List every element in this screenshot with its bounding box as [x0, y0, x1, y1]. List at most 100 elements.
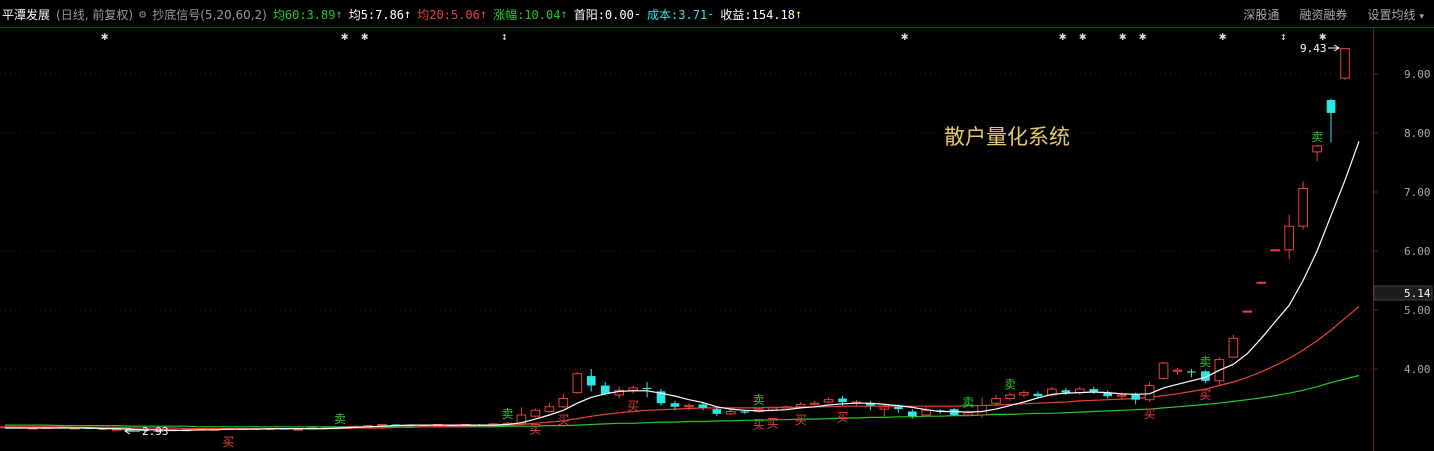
ma20-value: 均20:5.06 — [417, 7, 480, 22]
candle-body — [991, 398, 1001, 404]
menu-shengutong[interactable]: 深股通 — [1243, 6, 1279, 23]
candle-body — [712, 409, 722, 414]
profit-arrow-icon: ↑ — [794, 7, 803, 21]
profit-value: 收益:154.18 — [720, 7, 795, 22]
y-tick-label: 8.00 — [1404, 127, 1431, 140]
candle-body — [1005, 394, 1015, 399]
star-marker: ✱ — [1139, 29, 1146, 43]
watermark-text: 散户量化系统 — [944, 125, 1070, 149]
candle-body — [1033, 393, 1043, 397]
star-marker: ✱ — [1119, 29, 1126, 43]
candle-body — [809, 402, 820, 405]
candle-body — [1340, 48, 1350, 79]
indicator-label[interactable]: 抄底信号(5,20,60,2) — [152, 6, 267, 23]
candle-body — [1298, 187, 1308, 227]
star-marker: ✱ — [361, 29, 368, 43]
candle-body — [1312, 145, 1322, 153]
period-label: (日线, 前复权) — [56, 7, 134, 22]
candle-body — [1187, 371, 1196, 373]
buy-signal: 买 — [627, 399, 639, 413]
y-tick-label: 5.00 — [1404, 304, 1431, 317]
candle-body — [823, 399, 834, 403]
candle — [1228, 334, 1239, 358]
candle-body — [558, 398, 569, 408]
candle-body — [1061, 390, 1071, 393]
candle-body — [1158, 362, 1169, 379]
buy-signal: 买 — [753, 418, 765, 432]
candle — [1270, 249, 1281, 252]
sell-signal: 卖 — [502, 407, 514, 421]
buy-signal: 买 — [837, 411, 849, 425]
candle-body — [1284, 225, 1294, 251]
candle-body — [572, 373, 583, 394]
candle-body — [1131, 394, 1140, 400]
candle-body — [684, 405, 694, 408]
star-marker: ✱ — [1079, 29, 1086, 43]
candle-body — [293, 428, 303, 431]
max-price-label: 9.43 — [1300, 42, 1327, 55]
y-tick-label: 6.00 — [1404, 245, 1431, 258]
candle-body — [1019, 392, 1029, 396]
gear-icon[interactable]: ⚙ — [139, 7, 146, 21]
updown-marker: ↕ — [1280, 30, 1287, 43]
candle — [1340, 48, 1350, 80]
chart-header: 平潭发展 (日线, 前复权) ⚙ 抄底信号(5,20,60,2) 均60:3.8… — [0, 0, 1434, 28]
ma5-value: 均5:7.86 — [348, 7, 405, 22]
buy-signal: 买 — [1199, 388, 1211, 402]
menu-margin[interactable]: 融资融券 — [1299, 6, 1347, 23]
candle-body — [670, 403, 680, 407]
ma60-arrow-icon: ↑ — [335, 7, 343, 21]
star-marker: ✱ — [1059, 29, 1066, 43]
candle-body — [795, 403, 806, 408]
candle — [1298, 181, 1308, 230]
candle — [530, 408, 541, 418]
candle-body — [1116, 394, 1127, 397]
candle-body — [586, 376, 596, 386]
candle-body — [628, 387, 638, 391]
sell-signal: 卖 — [1004, 378, 1016, 392]
ma-settings-label: 设置均线 — [1367, 7, 1416, 22]
candle-body — [600, 385, 610, 394]
candle-body — [698, 404, 708, 408]
candle — [1242, 310, 1253, 313]
candle-body — [1256, 281, 1267, 284]
header-menu: 深股通 融资融券 设置均线 ▾ — [1223, 0, 1424, 28]
y-tick-label: 9.00 — [1404, 68, 1431, 81]
candlestick-chart[interactable]: 9.008.007.006.005.004.00 ✱ ✱ ✱ ✱ ✱ ✱ ✱ ✱ ✱ ✱↕ ↕ 买买… — [0, 0, 1434, 451]
cost-dash: - — [707, 7, 715, 21]
candle-body — [1326, 99, 1336, 113]
candle-body — [907, 411, 917, 417]
candle-body — [1172, 369, 1183, 372]
first-yang-dash: - — [633, 7, 642, 21]
cost-value: 成本:3.71 — [647, 7, 708, 22]
candle-body — [377, 423, 387, 427]
candle-body — [894, 406, 903, 410]
sell-signal: 卖 — [1311, 130, 1323, 144]
stock-name[interactable]: 平潭发展 — [2, 6, 50, 23]
candle — [656, 389, 666, 406]
chevron-down-icon: ▾ — [1419, 11, 1424, 22]
ma20-arrow-icon: ↑ — [479, 7, 488, 21]
candle-body — [963, 412, 973, 416]
star-marker: ✱ — [901, 29, 908, 43]
candle — [572, 371, 583, 394]
current-price-marker: 5.14 — [1373, 285, 1433, 301]
candle-body — [1089, 389, 1099, 392]
candle-body — [977, 405, 987, 416]
buy-signal: 买 — [529, 422, 541, 436]
buy-signal: 买 — [795, 413, 807, 427]
y-tick-label: 4.00 — [1404, 363, 1431, 376]
candle — [1158, 361, 1169, 380]
candle-body — [544, 406, 555, 412]
candle-body — [642, 387, 652, 390]
sell-signal: 卖 — [334, 412, 346, 426]
menu-ma-settings[interactable]: 设置均线 ▾ — [1367, 6, 1424, 23]
star-marker: ✱ — [101, 29, 108, 43]
sell-signal: 卖 — [1199, 355, 1211, 369]
candle — [1256, 281, 1267, 284]
candle-body — [1228, 337, 1239, 358]
sell-signal: 卖 — [962, 395, 974, 409]
candle-body — [781, 406, 792, 409]
candle-body — [879, 406, 890, 410]
candle-body — [1242, 310, 1253, 313]
